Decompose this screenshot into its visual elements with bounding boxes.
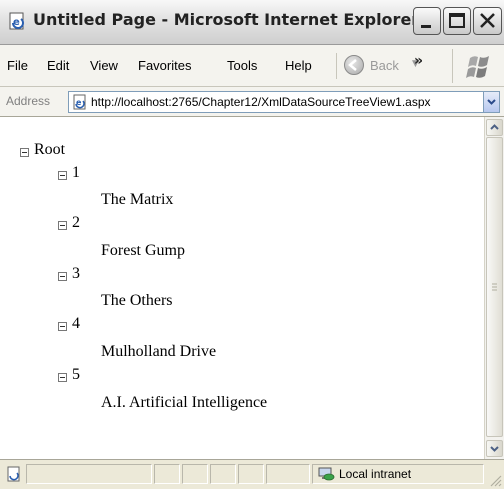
collapse-icon[interactable]: [58, 171, 67, 180]
status-cell: [154, 464, 180, 484]
collapse-icon[interactable]: [20, 148, 29, 157]
address-url: http://localhost:2765/Chapter12/XmlDataS…: [91, 95, 431, 109]
collapse-icon[interactable]: [58, 322, 67, 331]
page-icon: e: [73, 94, 86, 110]
tree-leaf-5[interactable]: A.I. Artificial Intelligence: [101, 392, 267, 412]
close-icon: [480, 13, 495, 28]
tree-leaf-label: The Matrix: [101, 191, 174, 208]
tree-node-label: 4: [72, 315, 80, 332]
status-cell: [238, 464, 264, 484]
status-cell: [26, 464, 152, 484]
address-dropdown[interactable]: [483, 92, 499, 112]
close-button[interactable]: [473, 7, 502, 35]
tree-node-label: 1: [72, 164, 80, 181]
collapse-icon[interactable]: [58, 373, 67, 382]
address-input[interactable]: e http://localhost:2765/Chapter12/XmlDat…: [68, 91, 500, 113]
tree-node-label: 5: [72, 366, 80, 383]
window-title: Untitled Page - Microsoft Internet Explo…: [33, 10, 420, 29]
status-bar: Local intranet: [0, 459, 504, 489]
menu-edit[interactable]: Edit: [47, 58, 69, 73]
tree-leaf-label: Mulholland Drive: [101, 343, 217, 360]
minimize-icon: [421, 25, 431, 28]
collapse-icon[interactable]: [58, 272, 67, 281]
tree-node-label: 3: [72, 265, 80, 282]
menu-separator: [336, 53, 337, 79]
scroll-up-button[interactable]: [486, 119, 503, 136]
tree-leaf-label: A.I. Artificial Intelligence: [101, 394, 268, 411]
tree-node-label: 2: [72, 214, 80, 231]
menu-help[interactable]: Help: [285, 58, 312, 73]
tree-leaf-label: The Others: [101, 292, 173, 309]
ie-page-icon: e: [9, 12, 24, 30]
tree-leaf-label: Forest Gump: [101, 242, 185, 259]
resize-grip-icon[interactable]: [489, 474, 502, 487]
menu-tools[interactable]: Tools: [227, 58, 257, 73]
menu-file[interactable]: File: [7, 58, 28, 73]
status-cell: [210, 464, 236, 484]
status-cell: [182, 464, 208, 484]
address-label: Address: [6, 94, 51, 108]
intranet-icon: [318, 467, 335, 481]
back-label: Back: [370, 58, 399, 73]
svg-text:e: e: [76, 98, 82, 107]
status-zone-label: Local intranet: [339, 467, 412, 481]
tree-leaf-1[interactable]: The Matrix: [101, 189, 173, 209]
scroll-thumb[interactable]: [486, 137, 503, 437]
grip-icon: [492, 283, 497, 291]
address-bar: Address e http://localhost:2765/Chapter1…: [0, 87, 504, 117]
menu-view[interactable]: View: [90, 58, 118, 73]
collapse-icon[interactable]: [58, 221, 67, 230]
maximize-icon: [449, 13, 465, 28]
tree-leaf-2[interactable]: Forest Gump: [101, 240, 185, 260]
minimize-button[interactable]: [413, 7, 441, 35]
tree-leaf-4[interactable]: Mulholland Drive: [101, 341, 216, 361]
vertical-scrollbar[interactable]: [484, 117, 504, 459]
status-cell: [266, 464, 310, 484]
logo-separator: [452, 49, 453, 83]
page-icon: [7, 466, 20, 482]
svg-text:e: e: [13, 17, 20, 28]
browser-window: e Untitled Page - Microsoft Internet Exp…: [0, 0, 504, 489]
tree-leaf-3[interactable]: The Others: [101, 290, 173, 310]
chevron-down-icon: [490, 446, 499, 452]
tree-node-label: Root: [34, 141, 66, 158]
maximize-button[interactable]: [443, 7, 471, 35]
back-arrow-icon: [344, 55, 364, 75]
windows-flag-icon: [466, 56, 489, 78]
title-bar[interactable]: e Untitled Page - Microsoft Internet Exp…: [0, 0, 504, 45]
menu-favorites[interactable]: Favorites: [138, 58, 191, 73]
scroll-down-button[interactable]: [486, 440, 503, 457]
toolbar-overflow-icon[interactable]: »: [414, 53, 423, 69]
menu-bar: File Edit View Favorites Tools Help Back…: [0, 45, 504, 87]
page-content: Root 1 The Matrix 2 Forest Gump 3 The Ot…: [0, 117, 484, 459]
chevron-down-icon: [487, 99, 496, 105]
chevron-up-icon: [490, 124, 499, 130]
